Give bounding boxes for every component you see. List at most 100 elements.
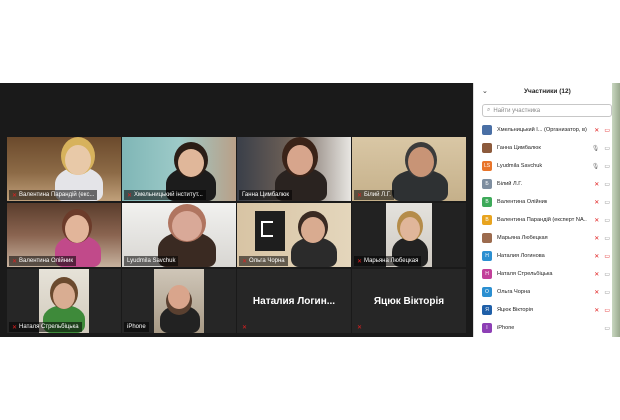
participants-panel: ⌄ Участники (12) ⌕ Найти участника Хмель… bbox=[473, 83, 620, 337]
participant-name-tag: ✕ Наталя Стрельбіцька bbox=[9, 322, 82, 332]
microphone-muted-icon[interactable]: ✕ bbox=[594, 181, 599, 188]
microphone-muted-icon[interactable]: ✕ bbox=[594, 289, 599, 296]
participant-name-tag: ✕ Марьяна Любецкая bbox=[354, 256, 422, 266]
participant-name-tag: ✕ bbox=[354, 322, 365, 332]
participant-row[interactable]: LS Lyudmila Savchuk 🎙 ▭ bbox=[474, 157, 620, 175]
participant-name: Наталя Стрельбіцька bbox=[497, 271, 553, 277]
camera-off-icon[interactable]: ▭ bbox=[604, 253, 610, 260]
microphone-muted-icon[interactable]: ✕ bbox=[594, 217, 599, 224]
video-tile[interactable]: ✕ Наталя Стрельбіцька bbox=[7, 269, 121, 333]
search-placeholder: Найти участника bbox=[493, 107, 541, 114]
participant-row[interactable]: Хмельницький І... (Организатор, в) ✕ ▭ bbox=[474, 121, 620, 139]
participant-status-icons: ✕ ▭ bbox=[594, 127, 610, 134]
microphone-muted-icon[interactable]: ✕ bbox=[594, 199, 599, 206]
avatar: Я bbox=[482, 305, 492, 315]
participant-row[interactable]: Н Наталия Логинова ✕ ▭ bbox=[474, 247, 620, 265]
participant-name-tag: ✕ Валентина Олійник bbox=[9, 256, 77, 266]
person-head bbox=[172, 211, 202, 241]
mic-off-icon: ✕ bbox=[357, 258, 363, 265]
video-gallery: ✕ Валентина Парандій (екс... ✕ Хмельницьки… bbox=[0, 83, 473, 337]
video-tile-no-camera[interactable]: Яцюк Вікторія ✕ bbox=[352, 269, 466, 333]
camera-off-icon[interactable]: ▭ bbox=[604, 127, 610, 134]
participant-name-tag: ✕ bbox=[239, 322, 250, 332]
participant-row[interactable]: Марьяна Любецкая ✕ ▭ bbox=[474, 229, 620, 247]
microphone-icon[interactable]: 🎙 bbox=[592, 163, 600, 170]
participant-status-icons: ✕ ▭ bbox=[594, 253, 610, 260]
person-head bbox=[65, 145, 91, 175]
participant-name: Марьяна Любецкая bbox=[497, 235, 548, 241]
avatar bbox=[482, 143, 492, 153]
camera-icon[interactable]: ▭ bbox=[604, 163, 610, 170]
participant-status-icons: ✕ ▭ bbox=[594, 289, 610, 296]
participant-status-icons: ✕ ▭ bbox=[594, 217, 610, 224]
participant-row[interactable]: В Валентина Олійник ✕ ▭ bbox=[474, 193, 620, 211]
participant-status-icons: ✕ ▭ bbox=[594, 235, 610, 242]
microphone-muted-icon[interactable]: ✕ bbox=[594, 253, 599, 260]
video-tile[interactable]: ✕ Марьяна Любецкая bbox=[352, 203, 466, 267]
participant-row[interactable]: Н Наталя Стрельбіцька ✕ ▭ bbox=[474, 265, 620, 283]
video-tile[interactable]: iPhone bbox=[122, 269, 236, 333]
participant-name: Яцюк Вікторія bbox=[497, 307, 533, 313]
avatar: LS bbox=[482, 161, 492, 171]
participant-name-tag: ✕ Хмельницький інститут... bbox=[124, 190, 206, 200]
person-head bbox=[168, 285, 190, 309]
participant-row[interactable]: В Валентина Парандій (експерт NA... ✕ ▭ bbox=[474, 211, 620, 229]
mic-off-icon: ✕ bbox=[12, 324, 18, 331]
camera-icon[interactable]: ▭ bbox=[604, 271, 610, 278]
avatar: Б bbox=[482, 179, 492, 189]
camera-icon[interactable]: ▭ bbox=[604, 289, 610, 296]
mic-off-icon: ✕ bbox=[357, 324, 363, 331]
microphone-muted-icon[interactable]: ✕ bbox=[594, 271, 599, 278]
mic-off-icon: ✕ bbox=[127, 192, 133, 199]
video-tile[interactable]: ✕ Валентина Олійник bbox=[7, 203, 121, 267]
participant-row[interactable]: Я Яцюк Вікторія ✕ ▭ bbox=[474, 301, 620, 319]
microphone-muted-icon[interactable]: ✕ bbox=[594, 127, 599, 134]
participant-search-input[interactable]: ⌕ Найти участника bbox=[482, 104, 612, 117]
zoom-window: ✕ Валентина Парандій (екс... ✕ Хмельницьки… bbox=[0, 83, 620, 337]
video-tile-no-camera[interactable]: Наталия Логин... ✕ bbox=[237, 269, 351, 333]
participant-row[interactable]: Ганна Цимбалюк 🎙 ▭ bbox=[474, 139, 620, 157]
participant-row[interactable]: Б Білий Л.Г. ✕ ▭ bbox=[474, 175, 620, 193]
camera-icon[interactable]: ▭ bbox=[604, 235, 610, 242]
participant-status-icons: 🎙 ▭ bbox=[592, 163, 610, 170]
camera-icon[interactable]: ▭ bbox=[604, 325, 610, 332]
avatar: В bbox=[482, 215, 492, 225]
person-head bbox=[65, 215, 89, 243]
logo-bracket-icon bbox=[261, 221, 273, 237]
microphone-muted-icon[interactable]: ✕ bbox=[594, 307, 599, 314]
participant-name-tag: ✕ Валентина Парандій (екс... bbox=[9, 190, 98, 200]
video-tile[interactable]: ✕ Валентина Парандій (екс... bbox=[7, 137, 121, 201]
camera-off-icon[interactable]: ▭ bbox=[604, 307, 610, 314]
video-tile-active-speaker[interactable]: Ганна Цимбалюк bbox=[237, 137, 351, 201]
avatar bbox=[482, 125, 492, 135]
camera-icon[interactable]: ▭ bbox=[604, 145, 610, 152]
mic-off-icon: ✕ bbox=[242, 324, 248, 331]
microphone-icon[interactable]: 🎙 bbox=[592, 145, 600, 152]
participant-row[interactable]: О Ольга Чорна ✕ ▭ bbox=[474, 283, 620, 301]
participant-name: Валентина Парандій (експерт NA... bbox=[497, 217, 587, 223]
avatar: Н bbox=[482, 269, 492, 279]
video-tile[interactable]: ✕ Ольга Чорна bbox=[237, 203, 351, 267]
video-tile[interactable]: Lyudmila Savchuk bbox=[122, 203, 236, 267]
participant-row[interactable]: IiPhone ▭ bbox=[474, 319, 620, 337]
person-head bbox=[53, 283, 75, 309]
avatar bbox=[482, 233, 492, 243]
participant-name: Наталия Логинова bbox=[497, 253, 545, 259]
camera-icon[interactable]: ▭ bbox=[604, 199, 610, 206]
avatar: I bbox=[482, 323, 492, 333]
video-tile[interactable]: ✕ Хмельницький інститут... bbox=[122, 137, 236, 201]
participant-display-name: Яцюк Вікторія bbox=[352, 269, 466, 333]
video-tile[interactable]: ✕ Білий Л.Г. bbox=[352, 137, 466, 201]
mic-off-icon: ✕ bbox=[12, 258, 18, 265]
mic-off-icon: ✕ bbox=[357, 192, 363, 199]
person-head bbox=[408, 147, 434, 177]
participant-status-icons: 🎙 ▭ bbox=[592, 145, 610, 152]
search-icon: ⌕ bbox=[487, 107, 491, 113]
chevron-down-icon[interactable]: ⌄ bbox=[482, 87, 488, 95]
participant-name: iPhone bbox=[497, 325, 515, 331]
participant-name-tag: ✕ Ольга Чорна bbox=[239, 256, 288, 266]
microphone-muted-icon[interactable]: ✕ bbox=[594, 235, 599, 242]
camera-icon[interactable]: ▭ bbox=[604, 217, 610, 224]
camera-icon[interactable]: ▭ bbox=[604, 181, 610, 188]
desktop-background-edge bbox=[612, 83, 620, 337]
